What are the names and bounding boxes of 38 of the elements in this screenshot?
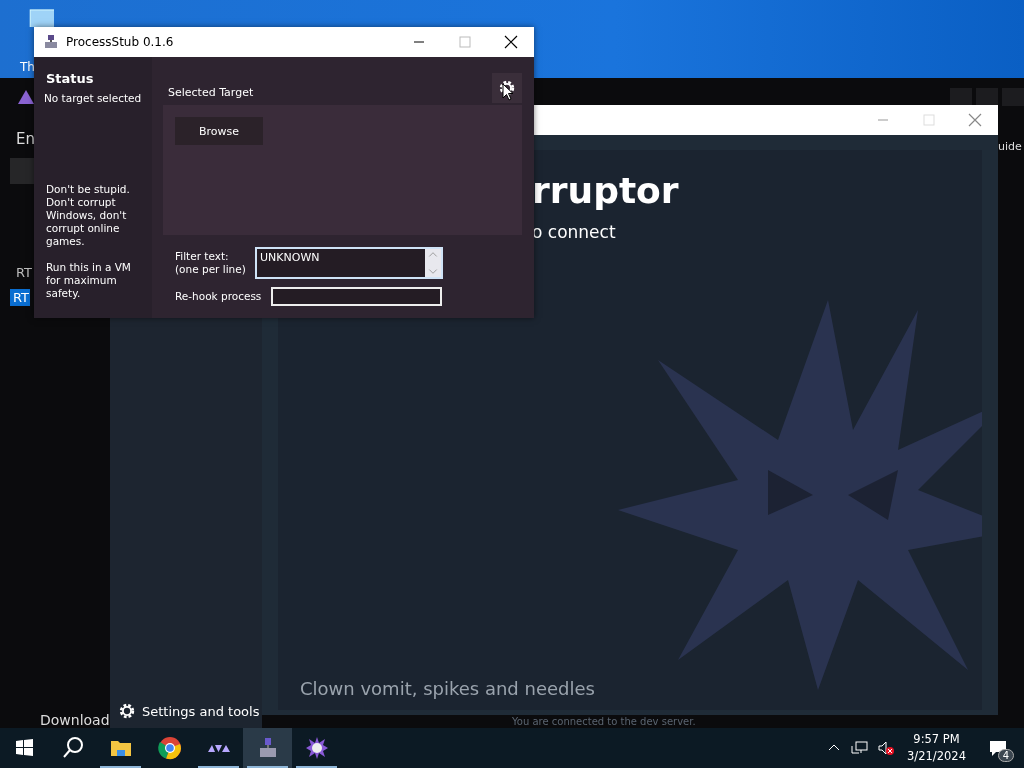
filter-text-field[interactable]: UNKNOWN — [255, 247, 443, 279]
window-title: ProcessStub 0.1.6 — [66, 35, 174, 49]
network-icon[interactable] — [851, 740, 870, 756]
status-heading: Status — [46, 71, 95, 86]
desktop-icon-label[interactable]: Th — [20, 60, 35, 74]
triangles-icon — [206, 743, 231, 753]
settings-icon — [118, 702, 136, 720]
list-label: RT — [16, 265, 33, 280]
speaker-muted-icon[interactable] — [877, 740, 896, 756]
browser-icon — [157, 736, 182, 760]
list-item[interactable]: RT — [10, 289, 31, 306]
download-label[interactable]: Download — [40, 712, 110, 728]
maximize-button[interactable] — [976, 88, 998, 106]
cursor-icon — [502, 83, 514, 101]
status-text: You are connected to the dev server. — [512, 716, 696, 727]
safety-note: Run this in a VM for maximum safety. — [46, 261, 132, 300]
input-field[interactable] — [10, 158, 34, 184]
app-title: rruptor — [532, 170, 679, 211]
rehook-label: Re-hook process — [175, 290, 263, 303]
heading-fragment: En — [16, 130, 35, 148]
warning-text: Don't be stupid. Don't corrupt Windows, don't corrupt online games. — [46, 183, 131, 248]
filter-label: Filter text: (one per line) — [175, 250, 247, 276]
clock-time[interactable]: 9:57 PM — [913, 731, 960, 748]
tagline: Clown vomit, spikes and needles — [300, 678, 595, 699]
notification-count: 4 — [997, 749, 1014, 762]
section-title: Selected Target — [168, 86, 254, 99]
app-icon — [44, 35, 58, 49]
rehook-field[interactable] — [271, 287, 442, 306]
browse-button[interactable]: Browse — [175, 117, 263, 145]
status-text: No target selected — [44, 92, 143, 104]
logo-icon — [18, 90, 34, 104]
chat-icon — [988, 738, 1008, 758]
settings-link[interactable]: Settings and tools — [110, 702, 262, 728]
notifications-button[interactable]: 4 — [980, 728, 1016, 768]
scrollbar[interactable] — [425, 249, 441, 277]
guide-link[interactable]: uide — [998, 140, 1022, 153]
minimize-button[interactable] — [950, 88, 972, 106]
clock-date[interactable]: 3/21/2024 — [907, 748, 966, 765]
